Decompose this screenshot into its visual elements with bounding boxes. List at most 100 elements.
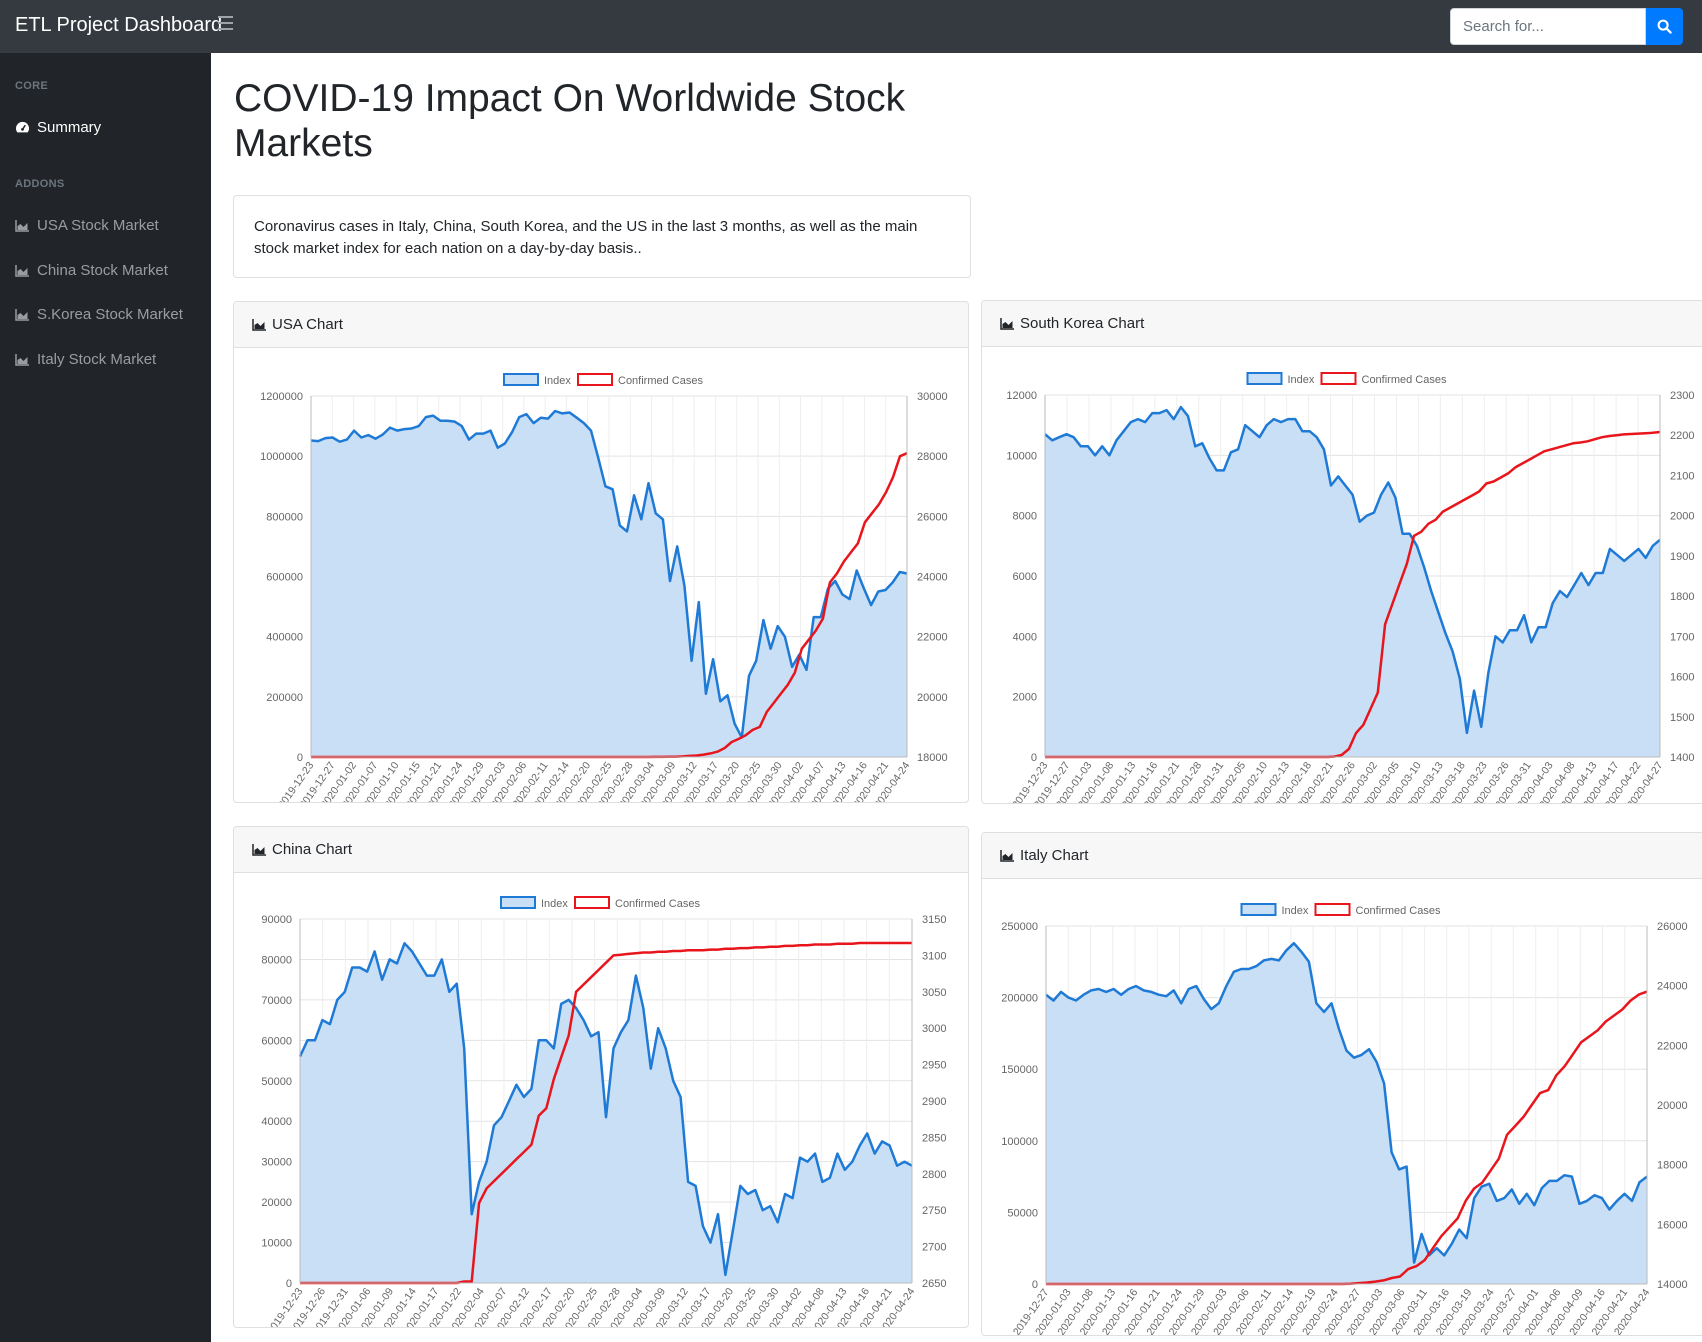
italy-chart: Index Confirmed Cases 0 50000 100000 150000 20… bbox=[1001, 903, 1688, 1335]
y-right-tick-label: 3050 bbox=[922, 987, 946, 999]
tachometer-icon bbox=[15, 121, 31, 135]
sidebar-item-usa-stock[interactable]: USA Stock Market bbox=[15, 217, 159, 234]
y-right-tick-label: 3000 bbox=[922, 1023, 946, 1035]
card-header: South Korea Chart bbox=[982, 301, 1702, 347]
y-right-tick-label: 18000 bbox=[1657, 1160, 1688, 1172]
area-chart-icon bbox=[1000, 849, 1014, 862]
legend-label-cases: Confirmed Cases bbox=[1356, 905, 1441, 917]
legend-label-cases: Confirmed Cases bbox=[618, 375, 703, 387]
search-icon bbox=[1657, 19, 1672, 34]
legend-swatch-index bbox=[503, 373, 539, 386]
card-header: Italy Chart bbox=[982, 833, 1702, 879]
y-right-tick-label: 1400 bbox=[1670, 752, 1694, 764]
page-title: COVID-19 Impact On Worldwide Stock Marke… bbox=[234, 77, 906, 165]
y-right-tick-label: 2650 bbox=[922, 1278, 946, 1290]
y-left-tick-label: 0 bbox=[1031, 752, 1037, 764]
y-right-tick-label: 1500 bbox=[1670, 712, 1694, 724]
y-left-tick-label: 600000 bbox=[266, 572, 303, 584]
sidebar-heading-core: CORE bbox=[15, 80, 48, 92]
china-chart-card: China Chart Index Confirmed Cases 0 10000 20… bbox=[233, 826, 969, 1328]
y-right-tick-label: 2700 bbox=[922, 1242, 946, 1254]
sidebar-item-label: Summary bbox=[37, 119, 102, 136]
usa-chart: Index Confirmed Cases 0 200000 400000 600000 8… bbox=[260, 373, 948, 802]
legend-swatch-cases bbox=[1314, 903, 1351, 916]
y-right-tick-label: 2200 bbox=[1670, 430, 1694, 442]
y-left-tick-label: 50000 bbox=[261, 1076, 292, 1088]
area-chart-icon bbox=[252, 843, 266, 856]
index-area bbox=[1046, 943, 1647, 1284]
y-left-tick-label: 40000 bbox=[261, 1116, 292, 1128]
search-input[interactable] bbox=[1450, 8, 1646, 45]
y-right-tick-label: 3150 bbox=[922, 914, 946, 926]
y-left-tick-label: 50000 bbox=[1007, 1207, 1038, 1219]
y-right-tick-label: 22000 bbox=[917, 632, 948, 644]
y-right-tick-label: 20000 bbox=[917, 692, 948, 704]
sidebar-item-label: Italy Stock Market bbox=[37, 351, 157, 368]
y-right-tick-label: 26000 bbox=[1657, 921, 1688, 933]
y-right-tick-label: 2750 bbox=[922, 1205, 946, 1217]
y-left-tick-label: 0 bbox=[297, 752, 303, 764]
legend-label-cases: Confirmed Cases bbox=[1362, 374, 1447, 386]
sidebar-item-label: S.Korea Stock Market bbox=[37, 306, 183, 323]
area-chart-icon bbox=[15, 264, 31, 278]
area-chart-icon bbox=[252, 318, 266, 331]
sidebar-item-label: USA Stock Market bbox=[37, 217, 159, 234]
y-right-tick-label: 30000 bbox=[917, 391, 948, 403]
legend-swatch-index bbox=[1246, 372, 1283, 385]
south-korea-chart-card: South Korea Chart Index Confirmed Cases 0 2… bbox=[981, 300, 1702, 804]
sidebar-item-summary[interactable]: Summary bbox=[15, 119, 101, 136]
y-right-tick-label: 2800 bbox=[922, 1169, 946, 1181]
y-left-tick-label: 60000 bbox=[261, 1035, 292, 1047]
card-header: China Chart bbox=[234, 827, 968, 873]
y-left-tick-label: 150000 bbox=[1001, 1064, 1038, 1076]
sidebar-heading-addons: ADDONS bbox=[15, 178, 65, 190]
south-korea-chart: Index Confirmed Cases 0 2000 4000 6000 8000 100… bbox=[1006, 372, 1694, 803]
y-right-tick-label: 28000 bbox=[917, 451, 948, 463]
y-left-tick-label: 100000 bbox=[1001, 1136, 1038, 1148]
y-right-tick-label: 1700 bbox=[1670, 631, 1694, 643]
legend-label-index: Index bbox=[1288, 374, 1315, 386]
legend-swatch-cases bbox=[577, 373, 613, 386]
y-left-tick-label: 2000 bbox=[1013, 692, 1037, 704]
y-right-tick-label: 26000 bbox=[917, 511, 948, 523]
italy-chart-card: Italy Chart Index Confirmed Cases 0 50000 10… bbox=[981, 832, 1702, 1336]
y-left-tick-label: 200000 bbox=[1001, 993, 1038, 1005]
y-left-tick-label: 0 bbox=[286, 1278, 292, 1290]
y-left-tick-label: 1000000 bbox=[260, 451, 303, 463]
legend-swatch-cases bbox=[1320, 372, 1357, 385]
y-right-tick-label: 2100 bbox=[1670, 470, 1694, 482]
sidebar: CORE Summary ADDONS USA Stock Market Chi… bbox=[0, 53, 211, 1342]
china-chart: Index Confirmed Cases 0 10000 20000 30000 4000… bbox=[261, 896, 946, 1327]
legend-swatch-index bbox=[1240, 903, 1277, 916]
search-group bbox=[1450, 8, 1702, 45]
legend-label-index: Index bbox=[544, 375, 571, 387]
legend-swatch-cases bbox=[574, 896, 610, 909]
menu-toggle-icon[interactable] bbox=[218, 16, 233, 32]
y-right-tick-label: 2950 bbox=[922, 1060, 946, 1072]
y-left-tick-label: 70000 bbox=[261, 995, 292, 1007]
y-right-tick-label: 1900 bbox=[1670, 551, 1694, 563]
y-left-tick-label: 20000 bbox=[261, 1197, 292, 1209]
y-left-tick-label: 12000 bbox=[1006, 390, 1037, 402]
y-right-tick-label: 14000 bbox=[1657, 1279, 1688, 1291]
brand-title[interactable]: ETL Project Dashboard bbox=[15, 14, 222, 37]
sidebar-item-china-stock[interactable]: China Stock Market bbox=[15, 262, 168, 279]
y-right-tick-label: 22000 bbox=[1657, 1040, 1688, 1052]
legend-swatch-index bbox=[500, 896, 536, 909]
search-button[interactable] bbox=[1646, 8, 1683, 45]
y-right-tick-label: 16000 bbox=[1657, 1219, 1688, 1231]
y-left-tick-label: 200000 bbox=[266, 692, 303, 704]
y-right-tick-label: 2850 bbox=[922, 1132, 946, 1144]
card-header: USA Chart bbox=[234, 302, 968, 348]
legend-label-index: Index bbox=[1282, 905, 1309, 917]
y-right-tick-label: 24000 bbox=[917, 572, 948, 584]
y-right-tick-label: 2300 bbox=[1670, 390, 1694, 402]
y-left-tick-label: 6000 bbox=[1013, 571, 1037, 583]
area-chart-icon bbox=[15, 219, 31, 233]
sidebar-item-italy-stock[interactable]: Italy Stock Market bbox=[15, 351, 156, 368]
y-right-tick-label: 24000 bbox=[1657, 981, 1688, 993]
y-right-tick-label: 1800 bbox=[1670, 591, 1694, 603]
y-left-tick-label: 10000 bbox=[261, 1238, 292, 1250]
legend-label-cases: Confirmed Cases bbox=[615, 898, 700, 910]
sidebar-item-skorea-stock[interactable]: S.Korea Stock Market bbox=[15, 306, 183, 323]
